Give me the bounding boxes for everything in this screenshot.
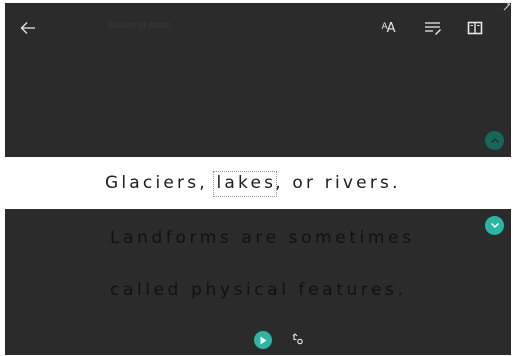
expand-icon[interactable] — [501, 3, 511, 13]
open-book-icon — [467, 21, 483, 35]
arrow-left-icon — [20, 22, 35, 34]
play-button[interactable] — [254, 331, 272, 349]
grammar-options-icon — [425, 22, 441, 35]
text-preferences-button[interactable]: AA — [376, 16, 400, 40]
voice-settings-icon — [292, 333, 303, 345]
highlighted-word[interactable]: lakes — [212, 171, 278, 197]
chevron-down-icon — [490, 222, 499, 229]
grammar-options-button[interactable] — [421, 16, 445, 40]
immersive-reader: Bodies of water AA Glaciers, lakes, or r… — [5, 3, 511, 355]
toolbar: Bodies of water AA — [5, 3, 511, 49]
focus-line-text: Glaciers, lakes, or rivers. — [105, 171, 401, 197]
play-icon — [260, 336, 267, 344]
previous-line-button[interactable] — [485, 131, 504, 150]
next-line-button[interactable] — [485, 216, 504, 235]
next-line-text: called physical features. — [110, 280, 407, 300]
text-size-icon: AA — [381, 20, 395, 36]
back-button[interactable] — [17, 17, 39, 39]
chevron-up-icon — [490, 138, 499, 143]
reading-preferences-button[interactable] — [463, 16, 487, 40]
focus-line-after: , or rivers. — [275, 173, 401, 193]
document-title: Bodies of water — [108, 20, 171, 30]
voice-settings-button[interactable] — [289, 330, 307, 348]
line-focus-band: Glaciers, lakes, or rivers. — [5, 157, 511, 209]
next-line-text: Landforms are sometimes — [110, 228, 415, 248]
focus-line-before: Glaciers, — [105, 173, 217, 193]
